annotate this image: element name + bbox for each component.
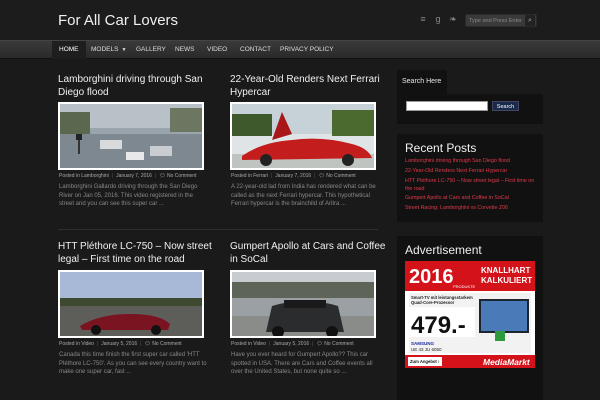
nav-privacy-policy[interactable]: PRIVACY POLICY: [273, 41, 341, 59]
nav-gallery[interactable]: GALLERY: [129, 41, 173, 59]
nav-models-label: MODELS: [91, 46, 119, 53]
meta-prefix: Posted in: [231, 173, 252, 179]
htt-plethore-image: [60, 272, 202, 336]
recent-post-link[interactable]: HTT Pléthore LC-750 – Now street legal –…: [405, 178, 540, 193]
recent-post-link[interactable]: Gumpert Apollo at Cars and Coffee in SoC…: [405, 195, 540, 203]
search-placeholder: Type and Press Enter: [469, 18, 522, 24]
google-plus-icon[interactable]: g: [433, 14, 443, 24]
ad-year: 2016: [409, 266, 454, 288]
meta-prefix: Posted in: [59, 341, 80, 347]
nav-home[interactable]: HOME: [52, 41, 86, 59]
nav-news[interactable]: NEWS: [168, 41, 202, 59]
post-thumbnail[interactable]: [230, 270, 376, 338]
ad-year-sub: PRODUKTE: [453, 284, 476, 289]
nav-contact[interactable]: CONTACT: [233, 41, 278, 59]
ad-price: 479.-: [411, 312, 466, 339]
gumpert-apollo-image: [232, 272, 374, 336]
post-comments[interactable]: No Comment: [152, 341, 181, 347]
post-comments[interactable]: No Comment: [324, 341, 353, 347]
ad-slogan-2: KALKULIERT: [481, 276, 532, 285]
post-thumbnail[interactable]: [230, 102, 376, 170]
ad-store: MediaMarkt: [483, 357, 531, 367]
comment-icon: 💬︎: [159, 173, 168, 179]
post-date: January 5, 2016: [101, 341, 138, 347]
post-category[interactable]: Video: [253, 341, 266, 347]
chevron-down-icon: ▼: [121, 47, 127, 53]
post-comments[interactable]: No Comment: [167, 173, 196, 179]
nav-video[interactable]: VIDEO: [200, 41, 234, 59]
recent-post-link[interactable]: 22-Year-Old Renders Next Ferrari Hyperca…: [405, 168, 540, 176]
site-title[interactable]: For All Car Lovers: [58, 12, 178, 29]
post-title[interactable]: Lamborghini driving through San Diego fl…: [58, 73, 218, 99]
ferrari-hypercar-image: [232, 104, 374, 168]
post-date: January 5, 2016: [273, 341, 310, 347]
post-category[interactable]: Lamborghini: [81, 173, 109, 179]
advertisement-banner[interactable]: 2016 PRODUKTE KNALLHART KALKULIERT Smart…: [405, 261, 535, 368]
search-widget-tab[interactable]: Search Here: [397, 70, 447, 94]
rss-icon[interactable]: ≡: [418, 14, 428, 24]
post-date: January 7, 2016: [116, 173, 152, 179]
recent-post-link[interactable]: Lamborghini driving through San Diego fl…: [405, 158, 540, 166]
post-excerpt: Lamborghini Gallardo driving through the…: [59, 184, 198, 208]
post-meta: Posted in Video | January 5, 2016 | 💬︎ No Co…: [59, 341, 182, 347]
search-icon[interactable]: ⌕: [525, 15, 535, 26]
sidebar-search-input[interactable]: [406, 101, 488, 111]
twitter-icon[interactable]: ❧: [448, 14, 458, 24]
post-title[interactable]: 22-Year-Old Renders Next Ferrari Hyperca…: [230, 73, 390, 99]
meta-prefix: Posted in: [231, 341, 252, 347]
sidebar-search-button[interactable]: Search: [492, 101, 519, 111]
advertisement-title: Advertisement: [405, 243, 482, 257]
post-thumbnail[interactable]: [58, 270, 204, 338]
post-excerpt: Canada this time finish the first super …: [59, 352, 207, 376]
post-category[interactable]: Video: [81, 341, 94, 347]
post-divider: [58, 229, 378, 230]
social-icons: ≡ g ❧: [418, 14, 458, 24]
post-comments[interactable]: No Comment: [326, 173, 355, 179]
post-meta: Posted in Lamborghini | January 7, 2016 | 💬︎…: [59, 173, 197, 179]
meta-prefix: Posted in: [59, 173, 80, 179]
post-meta: Posted in Video | January 5, 2016 | 💬︎ No Co…: [231, 341, 354, 347]
post-excerpt: Have you ever heard for Gumpert Apollo??…: [231, 352, 373, 376]
ad-brand: SAMSUNG: [411, 341, 435, 346]
recent-post-link[interactable]: Street Racing: Lamborghini vs Corvette Z…: [405, 205, 540, 213]
post-title[interactable]: Gumpert Apollo at Cars and Coffee in SoC…: [230, 240, 390, 266]
main-nav: HOME MODELS ▼ GALLERY NEWS VIDEO CONTACT …: [0, 40, 600, 59]
ad-slogan-1: KNALLHART: [481, 266, 530, 275]
ad-tv-line-2: Quad-Core-Prozessor: [411, 300, 455, 305]
post-category[interactable]: Ferrari: [253, 173, 268, 179]
post-meta: Posted in Ferrari | January 7, 2016 | 💬︎ No …: [231, 173, 356, 179]
post-thumbnail[interactable]: [58, 102, 204, 170]
mediamarkt-ad-image: 2016 PRODUKTE KNALLHART KALKULIERT Smart…: [405, 261, 535, 368]
post-date: January 7, 2016: [275, 173, 312, 179]
header-search-input[interactable]: Type and Press Enter ⌕: [465, 14, 537, 27]
recent-posts-title: Recent Posts: [405, 141, 477, 155]
site-header: For All Car Lovers ≡ g ❧ Type and Press …: [0, 0, 600, 40]
ad-model: UE 43 JU 6050: [411, 347, 442, 352]
flood-street-image: [60, 104, 202, 168]
ad-cta: Zum Angebot ›: [410, 359, 440, 364]
post-excerpt: A 22-year-old lad from India has rendere…: [231, 184, 376, 208]
nav-models[interactable]: MODELS ▼: [84, 41, 133, 59]
post-title[interactable]: HTT Pléthore LC-750 – Now street legal –…: [58, 240, 224, 266]
